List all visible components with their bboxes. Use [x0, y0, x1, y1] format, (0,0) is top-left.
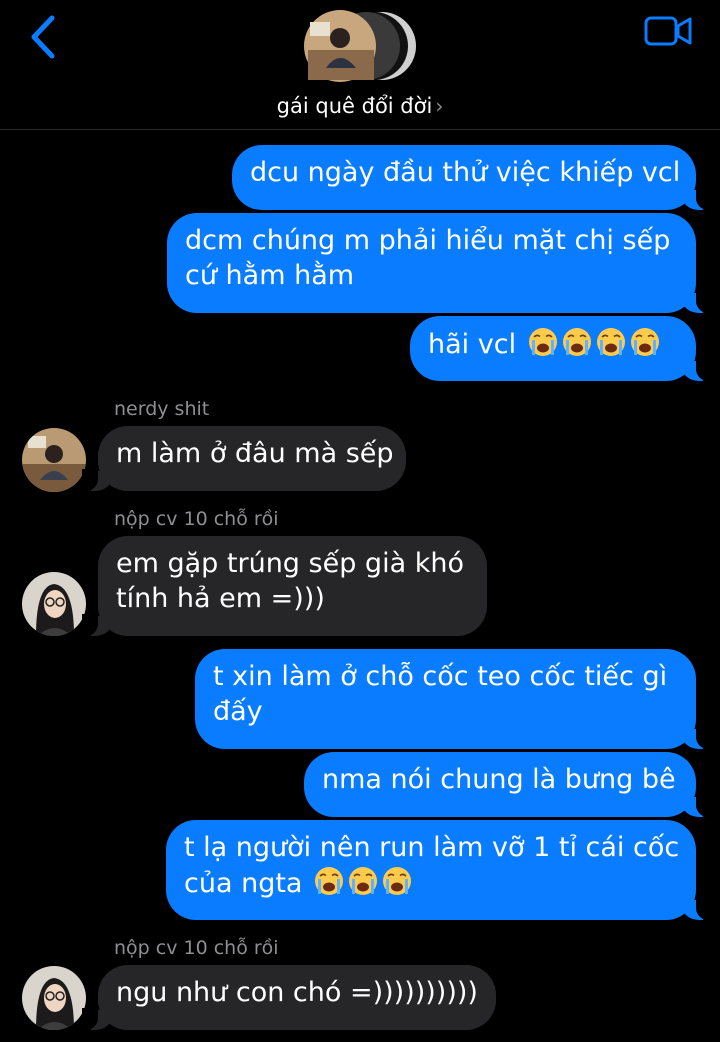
crying-emoji-icon — [382, 866, 412, 896]
crying-emoji-icon — [561, 327, 592, 357]
crying-emoji-icon — [527, 327, 558, 357]
chevron-right-icon: › — [435, 94, 444, 118]
crying-emoji-icon — [629, 327, 660, 357]
sender-avatar[interactable] — [22, 966, 86, 1030]
back-chevron-icon[interactable] — [26, 14, 58, 60]
crying-emoji-icon — [314, 866, 344, 896]
outgoing-message[interactable]: dcm chúng m phải hiểu mặt chị sếp cứ hằm… — [167, 213, 712, 313]
group-name-label: gái quê đổi đời — [276, 94, 433, 118]
group-name[interactable]: gái quê đổi đời › — [0, 94, 720, 118]
outgoing-message[interactable]: t lạ người nên run làm vỡ 1 tỉ cái cốc c… — [166, 820, 712, 920]
group-avatar-stack[interactable] — [300, 8, 420, 88]
incoming-message[interactable]: em gặp trúng sếp già khó tính hả em =))) — [82, 536, 487, 636]
video-call-icon[interactable] — [644, 12, 692, 48]
outgoing-message[interactable]: dcu ngày đầu thử việc khiếp vcl — [232, 145, 712, 210]
sender-avatar[interactable] — [22, 428, 86, 492]
incoming-message[interactable]: ngu như con chó =)))))))))) — [82, 965, 496, 1030]
outgoing-message[interactable]: hãi vcl — [410, 316, 712, 381]
sender-name: nerdy shit — [114, 398, 210, 420]
sender-name: nộp cv 10 chỗ rồi — [114, 937, 279, 959]
outgoing-message[interactable]: nma nói chung là bưng bê — [304, 752, 712, 817]
conversation-header: gái quê đổi đời › — [0, 0, 720, 130]
incoming-message[interactable]: m làm ở đâu mà sếp — [82, 426, 406, 491]
sender-avatar[interactable] — [22, 572, 86, 636]
crying-emoji-icon — [595, 327, 626, 357]
crying-emoji-icon — [348, 866, 378, 896]
sender-name: nộp cv 10 chỗ rồi — [114, 508, 279, 530]
outgoing-message[interactable]: t xin làm ở chỗ cốc teo cốc tiếc gì đấy — [195, 649, 712, 749]
